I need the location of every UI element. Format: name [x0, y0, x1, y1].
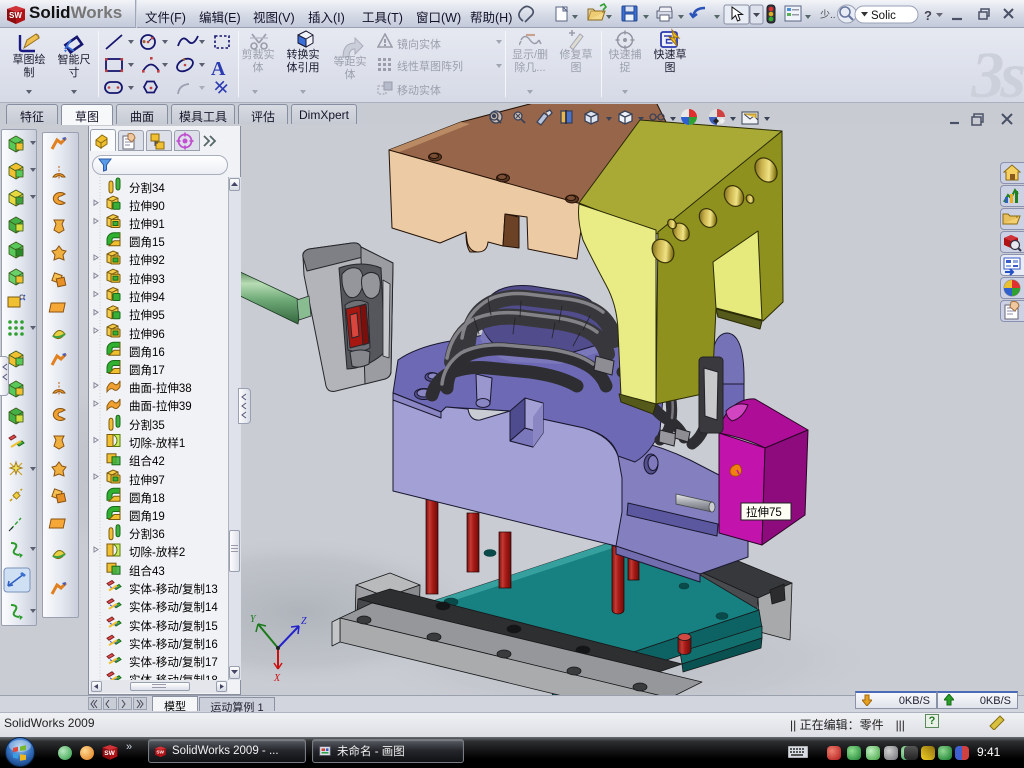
svg-text:少..: 少..: [820, 9, 836, 21]
svg-text:Solic: Solic: [871, 10, 896, 22]
svg-text:SW: SW: [9, 11, 22, 20]
svg-text:A: A: [211, 58, 226, 80]
svg-text:?: ?: [924, 8, 932, 23]
svg-text:SW: SW: [104, 750, 115, 757]
svg-text:Z: Z: [301, 616, 307, 627]
svg-text:拉伸75: 拉伸75: [746, 505, 782, 519]
svg-text:SW: SW: [156, 749, 164, 755]
svg-text:X: X: [273, 673, 281, 684]
